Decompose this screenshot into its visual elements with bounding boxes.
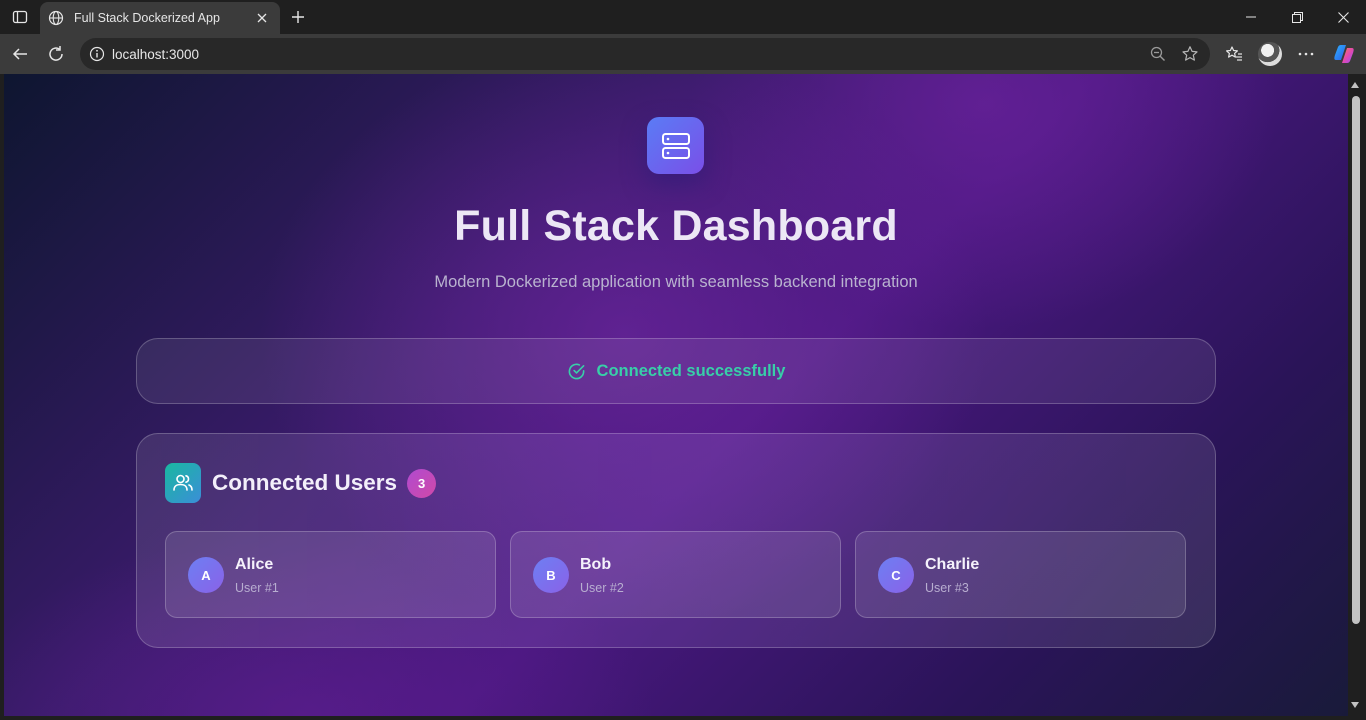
connection-status-card: Connected successfully — [136, 338, 1216, 404]
globe-icon — [48, 10, 64, 26]
check-circle-icon — [567, 361, 587, 381]
users-section-title: Connected Users — [212, 470, 398, 495]
close-window-icon[interactable] — [1320, 0, 1366, 34]
users-count-badge: 3 — [407, 468, 437, 498]
close-tab-icon[interactable] — [252, 8, 272, 28]
user-name: Alice — [235, 556, 274, 573]
favorites-icon[interactable] — [1220, 40, 1248, 68]
page-subtitle: Modern Dockerized application with seaml… — [434, 273, 918, 291]
tab-actions-icon[interactable] — [8, 6, 32, 28]
url-text: localhost:3000 — [112, 46, 200, 62]
restore-icon[interactable] — [1274, 0, 1320, 34]
page-title: Full Stack Dashboard — [454, 202, 898, 250]
users-icon — [165, 463, 201, 503]
user-card[interactable]: B Bob User #2 — [510, 531, 841, 618]
browser-tab[interactable]: Full Stack Dockerized App — [40, 2, 280, 34]
user-id-label: User #3 — [925, 581, 969, 595]
user-id-label: User #2 — [580, 581, 624, 595]
scroll-up-icon[interactable] — [1351, 82, 1359, 88]
user-name: Bob — [580, 556, 612, 573]
user-id-label: User #1 — [235, 581, 279, 595]
refresh-icon[interactable] — [42, 40, 70, 68]
status-text: Connected successfully — [596, 361, 786, 380]
user-name: Charlie — [925, 556, 980, 573]
page-viewport: Full Stack Dashboard Modern Dockerized a… — [4, 74, 1348, 716]
minimize-icon[interactable] — [1228, 0, 1274, 34]
profile-avatar[interactable] — [1258, 42, 1282, 66]
back-icon[interactable] — [6, 40, 34, 68]
favorite-star-icon[interactable] — [1174, 40, 1206, 68]
user-avatar: B — [533, 557, 569, 593]
window-border — [0, 716, 1366, 720]
vertical-scrollbar[interactable] — [1348, 74, 1362, 716]
title-bar: Full Stack Dockerized App — [0, 0, 1366, 34]
user-avatar: C — [878, 557, 914, 593]
site-info-icon[interactable] — [82, 38, 112, 70]
window-border — [0, 74, 4, 720]
user-card[interactable]: A Alice User #1 — [165, 531, 496, 618]
more-menu-icon[interactable] — [1292, 40, 1320, 68]
address-bar[interactable]: localhost:3000 — [80, 38, 1210, 70]
user-avatar: A — [188, 557, 224, 593]
tab-title: Full Stack Dockerized App — [74, 11, 220, 25]
browser-toolbar: localhost:3000 — [0, 34, 1366, 74]
user-list: A Alice User #1 B Bob User #2 C Charlie … — [165, 531, 1187, 618]
users-header: Connected Users 3 — [165, 463, 437, 503]
scroll-thumb[interactable] — [1352, 96, 1360, 624]
scroll-down-icon[interactable] — [1351, 702, 1359, 708]
zoom-out-icon[interactable] — [1142, 40, 1174, 68]
server-icon — [647, 117, 704, 174]
user-card[interactable]: C Charlie User #3 — [855, 531, 1186, 618]
new-tab-icon[interactable] — [286, 5, 310, 29]
copilot-icon[interactable] — [1332, 42, 1356, 66]
connected-users-card: Connected Users 3 A Alice User #1 B Bob … — [136, 433, 1216, 648]
